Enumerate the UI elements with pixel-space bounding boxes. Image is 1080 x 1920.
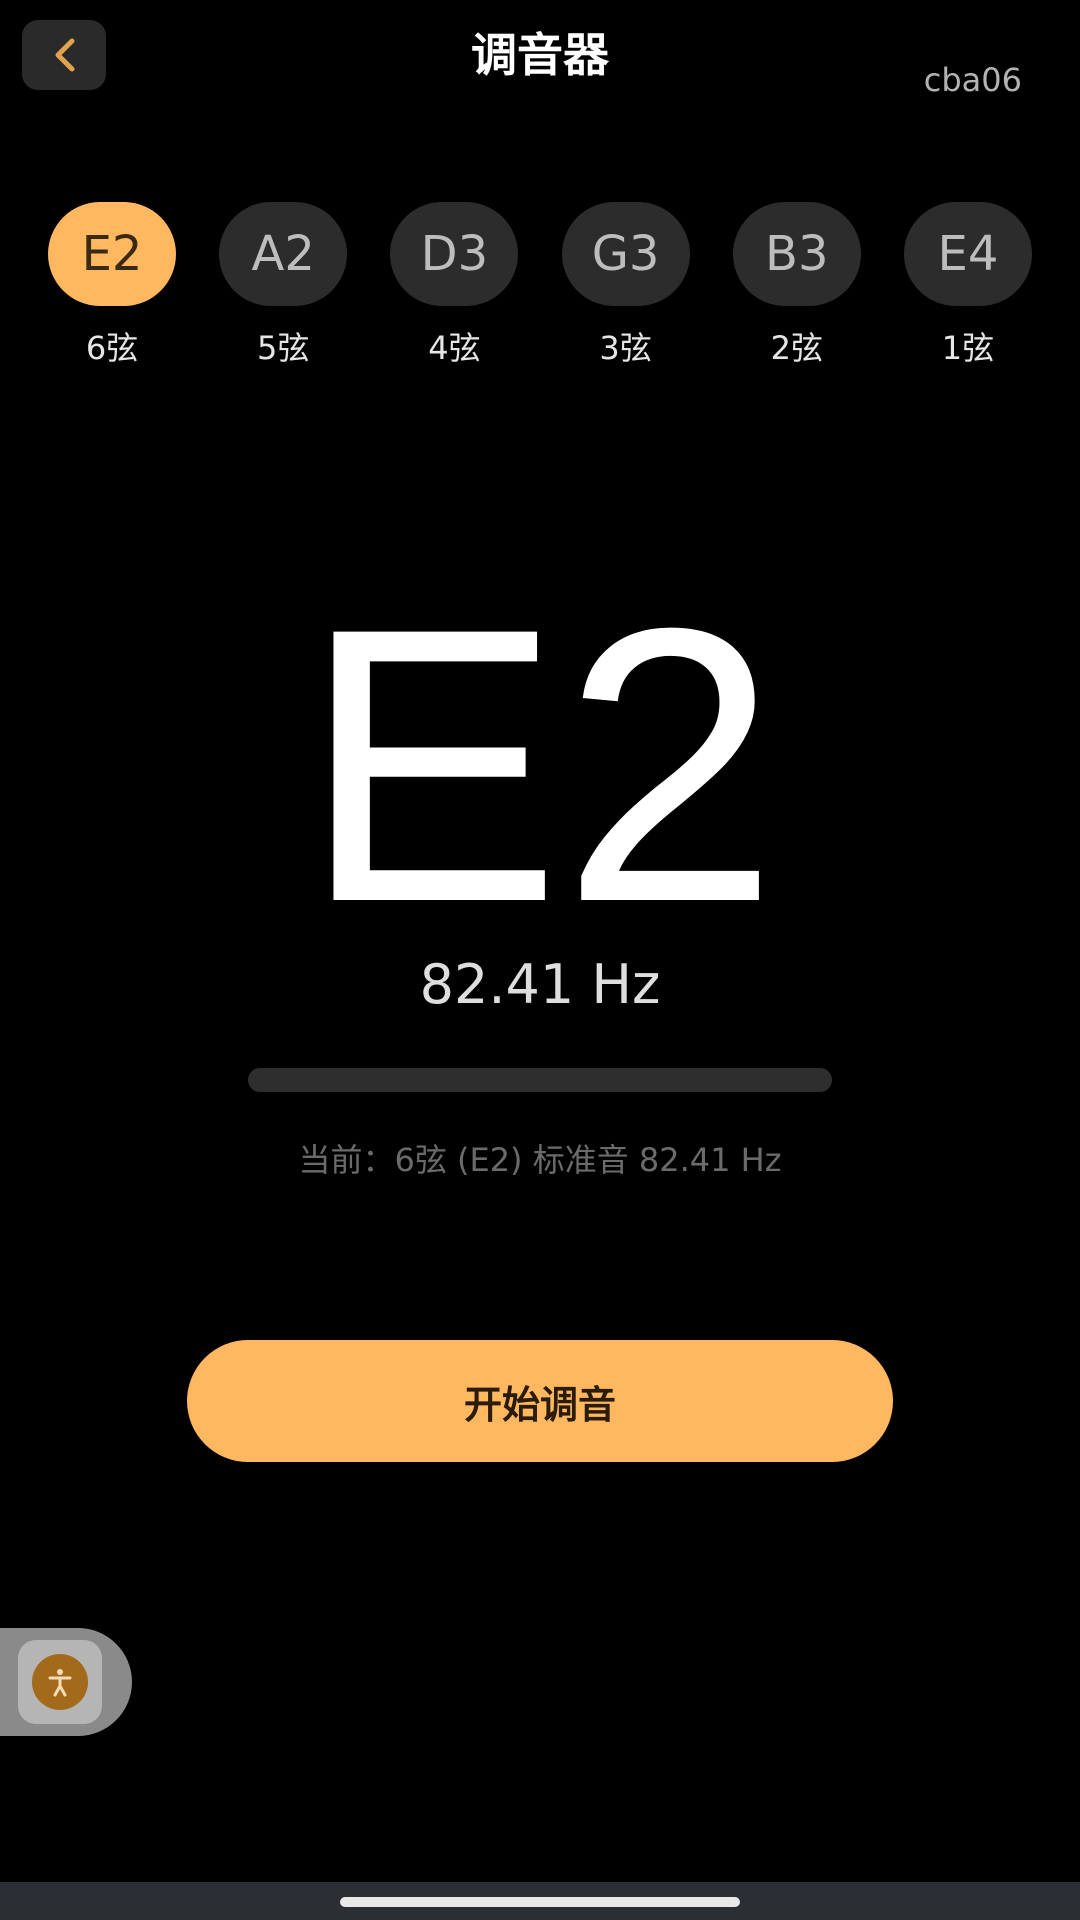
- assistive-touch-button[interactable]: [0, 1628, 132, 1736]
- string-label: 6弦: [85, 329, 139, 367]
- string-label: 2弦: [770, 329, 823, 367]
- string-option-e4[interactable]: E4 1弦: [903, 202, 1032, 368]
- string-option-e2[interactable]: E2 6弦: [48, 202, 176, 368]
- string-label: 5弦: [257, 329, 310, 367]
- frequency-readout: 82.41 Hz: [419, 953, 661, 1016]
- string-label: 4弦: [428, 329, 481, 367]
- string-option-a2[interactable]: A2 5弦: [219, 202, 348, 368]
- string-label: 3弦: [599, 329, 652, 367]
- string-note: G3: [561, 202, 690, 306]
- string-option-d3[interactable]: D3 4弦: [390, 202, 519, 368]
- tuning-meter-track: [248, 1068, 832, 1092]
- page-title: 调音器: [471, 28, 609, 82]
- status-text: 当前：6弦 (E2) 标准音 82.41 Hz: [298, 1141, 782, 1179]
- string-note: E4: [903, 202, 1032, 306]
- assistive-touch-inner: [18, 1640, 102, 1724]
- string-selector: E2 6弦 A2 5弦 D3 4弦 G3 3弦 B3 2弦 E4 1弦: [48, 202, 1032, 368]
- string-option-g3[interactable]: G3 3弦: [561, 202, 690, 368]
- string-note: A2: [219, 202, 348, 306]
- home-indicator[interactable]: [340, 1897, 740, 1907]
- string-note: B3: [732, 202, 861, 306]
- start-tuning-button[interactable]: 开始调音: [187, 1340, 893, 1462]
- string-note: D3: [390, 202, 519, 306]
- string-label: 1弦: [941, 329, 995, 367]
- user-tag: cba06: [923, 61, 1022, 99]
- string-option-b3[interactable]: B3 2弦: [732, 202, 861, 368]
- current-note-display: E2: [301, 547, 779, 983]
- accessibility-person-icon: [32, 1654, 88, 1710]
- string-note: E2: [48, 202, 176, 306]
